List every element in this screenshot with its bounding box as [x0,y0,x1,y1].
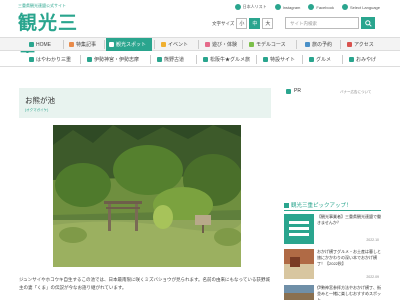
globe-icon [341,4,348,10]
facebook-icon [308,4,315,10]
pickup-title: 観光三重ピックアップ！ [291,203,352,209]
search-button[interactable] [361,17,375,29]
forest-pond-image [53,125,241,267]
nav-home[interactable]: HOME [26,38,60,51]
home-icon [29,42,34,47]
nav-spots[interactable]: 観光スポット [106,38,152,51]
pickup-card-title: おかげ横丁グルメ・お土産は暮しと旅にかかわりの深い本でおかげ横丁！【2022秋】 [317,249,381,266]
top-link-japanese[interactable]: 日本人リスト [234,4,267,10]
nav-activities[interactable]: 遊び・体験 [202,38,240,51]
pickup-card[interactable]: 【観光事業者】三重県観光連盟で働きませんか？ 2022.10 [284,214,381,248]
page-title-kana: (オクマガイケ) [25,108,49,112]
nav-gourmet[interactable]: グルメ [306,53,340,66]
pr-icon [286,88,291,94]
top-link-instagram[interactable]: Instagram [274,4,300,10]
pickup-card[interactable]: おかげ横丁グルメ・お土産は暮しと旅にかかわりの深い本でおかげ横丁！【2022秋】… [284,249,381,283]
pickup-divider [284,210,381,211]
arrow-icon [157,57,162,62]
site-logo[interactable]: 三重県観光連盟公式サイト 観光三重 [18,3,78,61]
top-link-language[interactable]: Select Language [341,4,380,10]
arrow-icon [87,57,92,62]
site-header: 三重県観光連盟公式サイト 観光三重 日本人リスト Instagram Faceb… [0,0,400,61]
font-size-medium-button[interactable]: 中 [249,18,261,29]
font-size-small-button[interactable]: 小 [236,18,248,29]
font-size-label: 文字サイズ [212,20,235,26]
pickup-card-date: 2022.10 [366,238,379,242]
arrow-icon [29,57,34,62]
calendar-icon [305,42,310,47]
nav-quick-mie[interactable]: はやわかり三重 [26,53,76,66]
nav-kumano-kodo[interactable]: 熊野古道 [154,53,194,66]
arrow-icon [349,57,354,62]
nav-souvenirs[interactable]: おみやげ [346,53,382,66]
nav-special-site[interactable]: 特設サイト [260,53,300,66]
page-title: お熊が池 [25,96,55,105]
spot-photo [53,125,241,267]
arrow-icon [309,57,314,62]
pickup-card-title: 【観光事業者】三重県観光連盟で働きませんか？ [317,214,381,225]
flag-icon [161,42,166,47]
nav-ise-shima[interactable]: 伊勢神宮・伊勢志摩 [84,53,148,66]
activity-icon [205,42,210,47]
sub-nav: はやわかり三重 伊勢神宮・伊勢志摩 熊野古道 松阪牛★グルメ旅 特設サイト グル… [0,53,400,67]
font-size-control: 文字サイズ 小 中 大 [212,18,274,29]
top-link-facebook[interactable]: Facebook [308,4,334,10]
arrow-icon [203,57,208,62]
article-description: ジュンサイやホコウキ自生するこの池では、日本最南限に咲くミズバショウが見られます… [19,277,270,290]
pickup-thumb-logo [284,214,314,244]
arrow-icon [263,57,268,62]
pickup-card-title: 伊勢神宮参拝方法やおかげ横丁、街並みと一緒に楽しむおすすめスポット [317,285,381,300]
pickup-card[interactable]: 伊勢神宮参拝方法やおかげ横丁、街並みと一緒に楽しむおすすめスポット [284,285,381,300]
pickup-card-date: 2022.09 [366,275,379,279]
search-icon [364,19,372,27]
article-title-box: お熊が池 (オクマガイケ) [19,88,271,118]
main-nav: HOME 特集記事 観光スポット イベント 遊び・体験 モデルコース 旅の予約 … [0,37,400,51]
course-icon [249,42,254,47]
instagram-icon [274,4,281,10]
pickup-thumb-image [284,285,314,300]
pr-label: PR [294,88,301,94]
nav-access[interactable]: アクセス [344,38,382,51]
map-pin-icon [347,42,352,47]
nav-reservation[interactable]: 旅の予約 [302,38,338,51]
nav-model-course[interactable]: モデルコース [246,38,294,51]
pr-banner-link[interactable]: バナー広告について [340,90,371,95]
nav-events[interactable]: イベント [158,38,196,51]
font-size-large-button[interactable]: 大 [262,18,274,29]
logo-thumbnail [284,214,314,244]
nav-features[interactable]: 特集記事 [66,38,102,51]
star-icon [284,202,289,208]
pickup-heading: 観光三重ピックアップ！ [284,200,381,210]
list-icon [234,4,241,10]
search-input[interactable]: サイト内検索 [285,17,359,29]
nav-matsusaka-beef[interactable]: 松阪牛★グルメ旅 [200,53,254,66]
feature-icon [69,42,74,47]
top-links: 日本人リスト Instagram Facebook Select Languag… [234,4,380,10]
camera-icon [109,42,114,47]
pickup-thumb-image [284,249,314,279]
